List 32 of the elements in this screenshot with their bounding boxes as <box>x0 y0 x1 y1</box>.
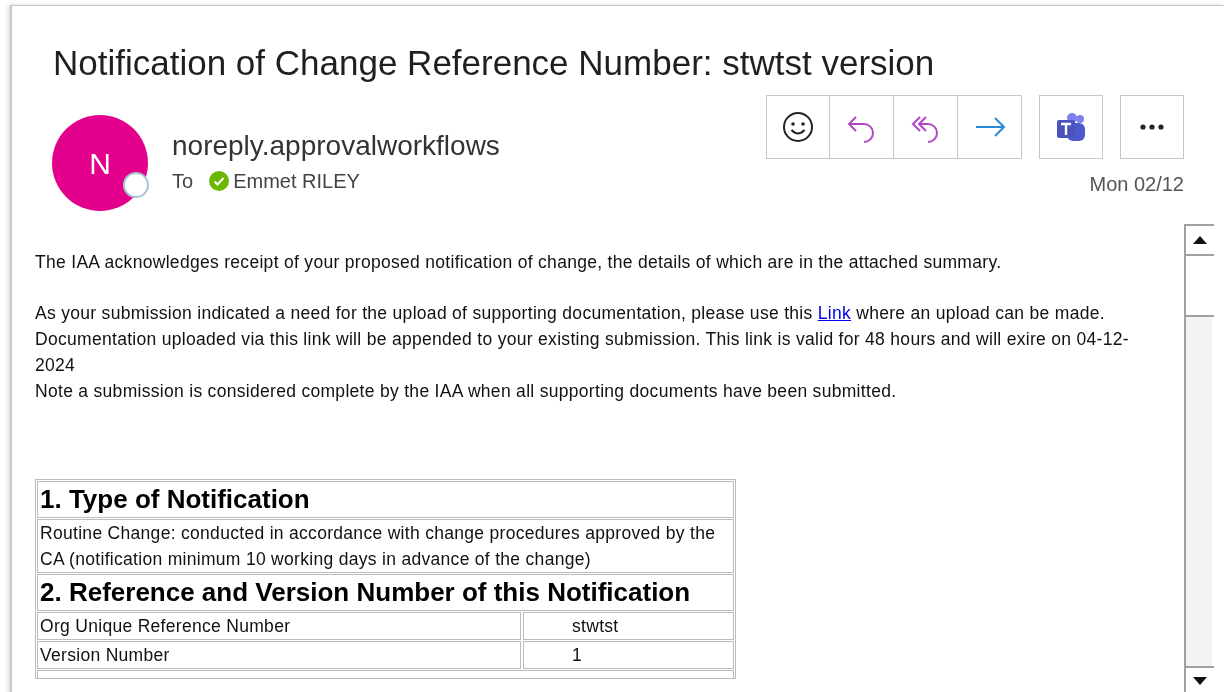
table-heading: 1. Type of Notification <box>37 481 734 518</box>
table-cell: Org Unique Reference Number <box>37 612 521 640</box>
body-paragraph: The IAA acknowledges receipt of your proposed notification of change, the details of which are in the attached summary. <box>35 251 1003 274</box>
avatar: N <box>52 115 148 211</box>
table-heading: 2. Reference and Version Number of this Notification <box>37 574 734 611</box>
body-paragraph: As your submission indicated a need for the upload of supporting documentation, please use this Link where an upload can be made. <box>35 302 1106 325</box>
teams-icon <box>1055 111 1087 143</box>
scroll-thumb[interactable] <box>1186 256 1214 317</box>
scrollbar[interactable] <box>1184 224 1212 692</box>
table-cell: Routine Change: conducted in accordance with change procedures approved by the CA (notification minimum 10 working days in advance of the change) <box>37 519 734 573</box>
to-label: To <box>172 169 194 194</box>
recipient-name[interactable]: Emmet RILEY <box>233 166 360 196</box>
body-paragraph: Note a submission is considered complete by the IAA when all supporting documents have been submitted. <box>35 380 898 403</box>
emoji-icon <box>782 111 814 143</box>
reply-all-button[interactable] <box>894 95 958 159</box>
scroll-up-button[interactable] <box>1186 224 1214 256</box>
reply-button[interactable] <box>830 95 894 159</box>
scroll-down-button[interactable] <box>1186 666 1214 692</box>
email-subject: Notification of Change Reference Number: stwtst version <box>53 42 936 84</box>
up-arrow-icon <box>1193 236 1207 244</box>
table-cell: 1 <box>523 641 734 669</box>
teams-button[interactable] <box>1039 95 1103 159</box>
body-paragraph: Documentation uploaded via this link will be appended to your existing submission. This link is valid for 48 hours and will exire on 04-12-2024 <box>35 328 1130 377</box>
react-button[interactable] <box>766 95 830 159</box>
verified-icon <box>209 171 230 191</box>
table-cell: Version Number <box>37 641 521 669</box>
sender-name: noreply.approvalworkflows <box>172 129 500 163</box>
received-date: Mon 02/12 <box>1089 172 1184 197</box>
upload-link[interactable]: Link <box>817 303 852 323</box>
table-cell: stwtst <box>523 612 734 640</box>
forward-button[interactable] <box>958 95 1022 159</box>
down-arrow-icon <box>1193 677 1207 685</box>
